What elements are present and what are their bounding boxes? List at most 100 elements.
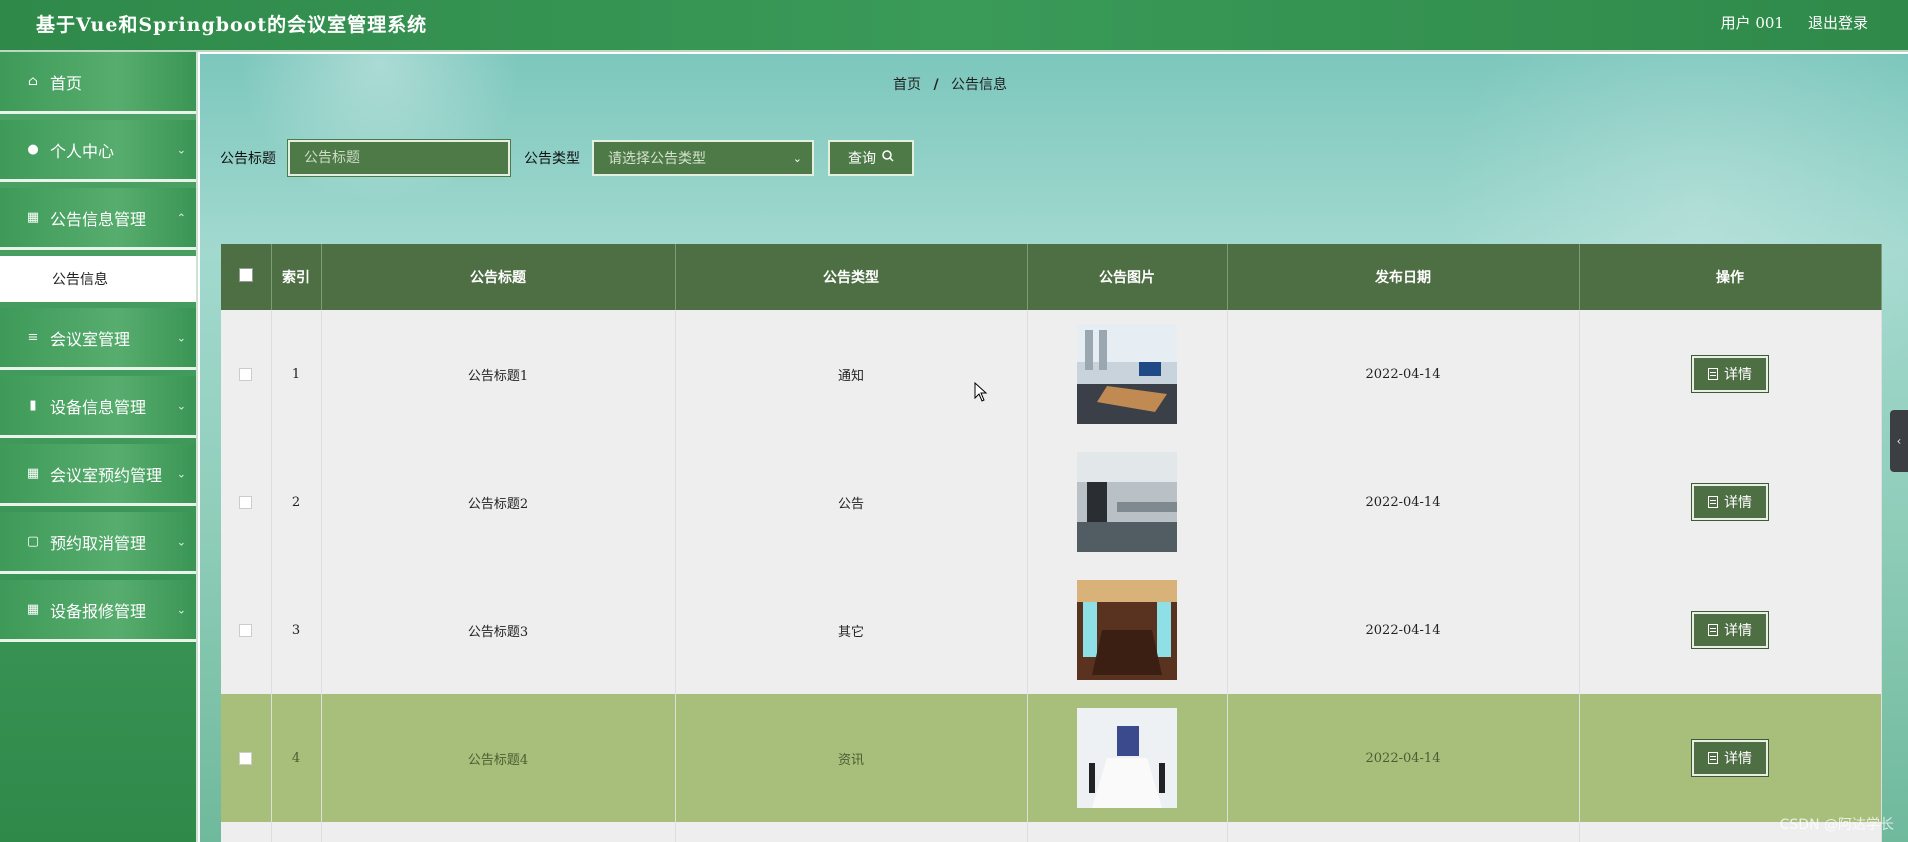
search-bar: 公告标题 公告类型 请选择公告类型 ⌄ 查询 bbox=[220, 139, 914, 177]
grid-icon: ▦ bbox=[26, 466, 40, 481]
detail-button[interactable]: 详情 bbox=[1691, 611, 1769, 649]
detail-button[interactable]: 详情 bbox=[1691, 739, 1769, 777]
row-checkbox-cell[interactable] bbox=[221, 310, 272, 438]
grid-icon: ▦ bbox=[26, 602, 40, 617]
search-icon bbox=[882, 150, 894, 166]
action-cell: 详情 bbox=[1579, 566, 1882, 694]
sidebar-item-reservation-management[interactable]: ▦ 会议室预约管理 ⌄ bbox=[0, 444, 196, 506]
table-row[interactable] bbox=[221, 822, 1882, 842]
table-header-row: 索引 公告标题 公告类型 公告图片 发布日期 操作 bbox=[221, 244, 1882, 310]
chart-icon: ▮ bbox=[29, 398, 37, 413]
breadcrumb-current: 公告信息 bbox=[951, 77, 1008, 93]
column-header-image: 公告图片 bbox=[1027, 244, 1228, 310]
document-icon bbox=[1708, 496, 1718, 508]
document-icon bbox=[1708, 624, 1718, 636]
sidebar-item-device-info-management[interactable]: ▮ 设备信息管理 ⌄ bbox=[0, 376, 196, 438]
date-cell: 2022-04-14 bbox=[1227, 310, 1580, 438]
notice-table: 索引 公告标题 公告类型 公告图片 发布日期 操作 1 公告标题1 通知 202… bbox=[221, 244, 1882, 842]
row-checkbox[interactable] bbox=[239, 367, 253, 381]
row-checkbox-cell[interactable] bbox=[221, 822, 272, 842]
image-cell bbox=[1027, 822, 1228, 842]
sidebar-item-home[interactable]: ⌂ 首页 bbox=[0, 52, 196, 114]
row-checkbox[interactable] bbox=[239, 495, 253, 509]
detail-button-label: 详情 bbox=[1724, 751, 1752, 767]
sidebar-item-notice-management[interactable]: ▦ 公告信息管理 ⌃ bbox=[0, 188, 196, 250]
sidebar-subitem-notice-info[interactable]: 公告信息 bbox=[0, 256, 196, 302]
breadcrumb-separator: / bbox=[933, 77, 939, 93]
row-checkbox[interactable] bbox=[239, 751, 253, 765]
type-cell: 公告 bbox=[675, 438, 1028, 566]
sidebar-item-label: 会议室预约管理 bbox=[50, 465, 163, 485]
detail-button-label: 详情 bbox=[1724, 495, 1752, 511]
action-cell: 详情 bbox=[1579, 694, 1882, 822]
sidebar-item-label: 个人中心 bbox=[50, 141, 115, 161]
select-all-header[interactable] bbox=[221, 244, 272, 310]
chevron-down-icon: ⌄ bbox=[176, 331, 186, 344]
detail-button-label: 详情 bbox=[1724, 367, 1752, 383]
notice-image[interactable] bbox=[1077, 580, 1177, 680]
user-icon: ● bbox=[27, 142, 39, 157]
watermark: CSDN @阿达学长 bbox=[1779, 817, 1894, 833]
chevron-down-icon: ⌄ bbox=[176, 143, 186, 156]
detail-button-label: 详情 bbox=[1724, 623, 1752, 639]
main-content: 首页 / 公告信息 公告标题 公告类型 请选择公告类型 ⌄ 查询 索引 公告标题 bbox=[200, 54, 1908, 842]
user-area: 用户 001 退出登录 bbox=[1721, 12, 1868, 33]
notice-image[interactable] bbox=[1077, 324, 1177, 424]
row-checkbox-cell[interactable] bbox=[221, 566, 272, 694]
table-row[interactable]: 2 公告标题2 公告 2022-04-14 详情 bbox=[221, 438, 1882, 566]
notice-image[interactable] bbox=[1077, 708, 1177, 808]
chevron-up-icon: ⌃ bbox=[176, 211, 186, 224]
sidebar: ⌂ 首页 ● 个人中心 ⌄ ▦ 公告信息管理 ⌃ 公告信息 ≡ 会议室管理 ⌄ … bbox=[0, 52, 198, 842]
chevron-left-icon: ‹ bbox=[1896, 434, 1902, 448]
type-select[interactable]: 请选择公告类型 ⌄ bbox=[592, 140, 814, 176]
index-cell: 2 bbox=[271, 438, 322, 566]
column-header-action: 操作 bbox=[1579, 244, 1882, 310]
chevron-down-icon: ⌄ bbox=[176, 535, 186, 548]
image-cell bbox=[1027, 694, 1228, 822]
logout-link[interactable]: 退出登录 bbox=[1808, 12, 1868, 33]
user-name[interactable]: 用户 001 bbox=[1721, 12, 1784, 33]
index-cell bbox=[271, 822, 322, 842]
top-header: 基于Vue和Springboot的会议室管理系统 用户 001 退出登录 bbox=[0, 0, 1908, 52]
action-cell: 详情 bbox=[1579, 310, 1882, 438]
document-icon bbox=[1708, 752, 1718, 764]
collapse-panel-tab[interactable]: ‹ bbox=[1890, 410, 1908, 472]
type-cell bbox=[675, 822, 1028, 842]
title-cell: 公告标题3 bbox=[321, 566, 676, 694]
table-row[interactable]: 4 公告标题4 资讯 2022-04-14 详情 bbox=[221, 694, 1882, 822]
chevron-down-icon: ⌄ bbox=[176, 467, 186, 480]
row-checkbox[interactable] bbox=[239, 623, 253, 637]
notice-image[interactable] bbox=[1077, 452, 1177, 552]
title-cell: 公告标题1 bbox=[321, 310, 676, 438]
query-button-label: 查询 bbox=[848, 151, 876, 167]
type-select-placeholder: 请选择公告类型 bbox=[608, 151, 706, 167]
breadcrumb-home[interactable]: 首页 bbox=[893, 77, 921, 93]
row-checkbox-cell[interactable] bbox=[221, 694, 272, 822]
sidebar-item-personal-center[interactable]: ● 个人中心 ⌄ bbox=[0, 120, 196, 182]
image-cell bbox=[1027, 566, 1228, 694]
sidebar-item-meeting-room-management[interactable]: ≡ 会议室管理 ⌄ bbox=[0, 308, 196, 370]
type-cell: 通知 bbox=[675, 310, 1028, 438]
home-icon: ⌂ bbox=[28, 74, 38, 89]
sidebar-item-repair-management[interactable]: ▦ 设备报修管理 ⌄ bbox=[0, 580, 196, 642]
sidebar-item-cancellation-management[interactable]: ▢ 预约取消管理 ⌄ bbox=[0, 512, 196, 574]
table-row[interactable]: 1 公告标题1 通知 2022-04-14 详情 bbox=[221, 310, 1882, 438]
sidebar-item-label: 预约取消管理 bbox=[50, 533, 147, 553]
detail-button[interactable]: 详情 bbox=[1691, 483, 1769, 521]
table-row[interactable]: 3 公告标题3 其它 2022-04-14 详情 bbox=[221, 566, 1882, 694]
title-cell: 公告标题2 bbox=[321, 438, 676, 566]
sidebar-item-label: 会议室管理 bbox=[50, 329, 131, 349]
column-header-date[interactable]: 发布日期 bbox=[1227, 244, 1580, 310]
type-cell: 资讯 bbox=[675, 694, 1028, 822]
select-all-checkbox[interactable] bbox=[238, 268, 253, 282]
breadcrumb: 首页 / 公告信息 bbox=[200, 74, 1700, 94]
sidebar-item-label: 设备报修管理 bbox=[50, 601, 147, 621]
date-cell: 2022-04-14 bbox=[1227, 438, 1580, 566]
sidebar-item-label: 公告信息管理 bbox=[50, 209, 147, 229]
query-button[interactable]: 查询 bbox=[828, 140, 914, 176]
title-search-input[interactable] bbox=[287, 139, 511, 177]
row-checkbox-cell[interactable] bbox=[221, 438, 272, 566]
document-icon bbox=[1708, 368, 1718, 380]
detail-button[interactable]: 详情 bbox=[1691, 355, 1769, 393]
title-cell: 公告标题4 bbox=[321, 694, 676, 822]
